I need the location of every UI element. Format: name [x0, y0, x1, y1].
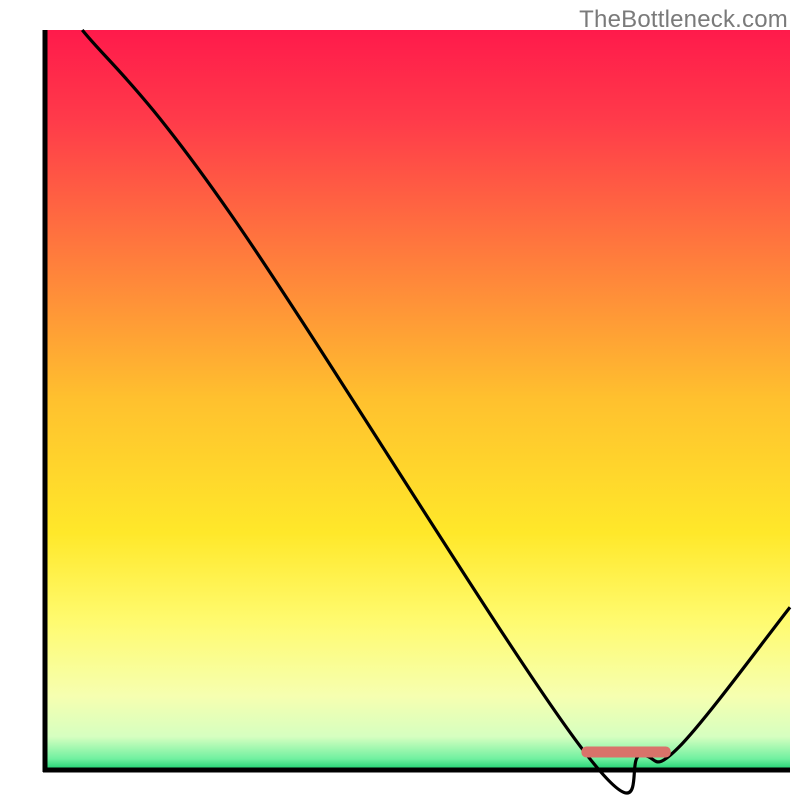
watermark-text: TheBottleneck.com: [579, 6, 788, 34]
plot-background: [45, 30, 790, 770]
optimum-marker: [581, 747, 670, 758]
bottleneck-chart: [0, 0, 800, 800]
